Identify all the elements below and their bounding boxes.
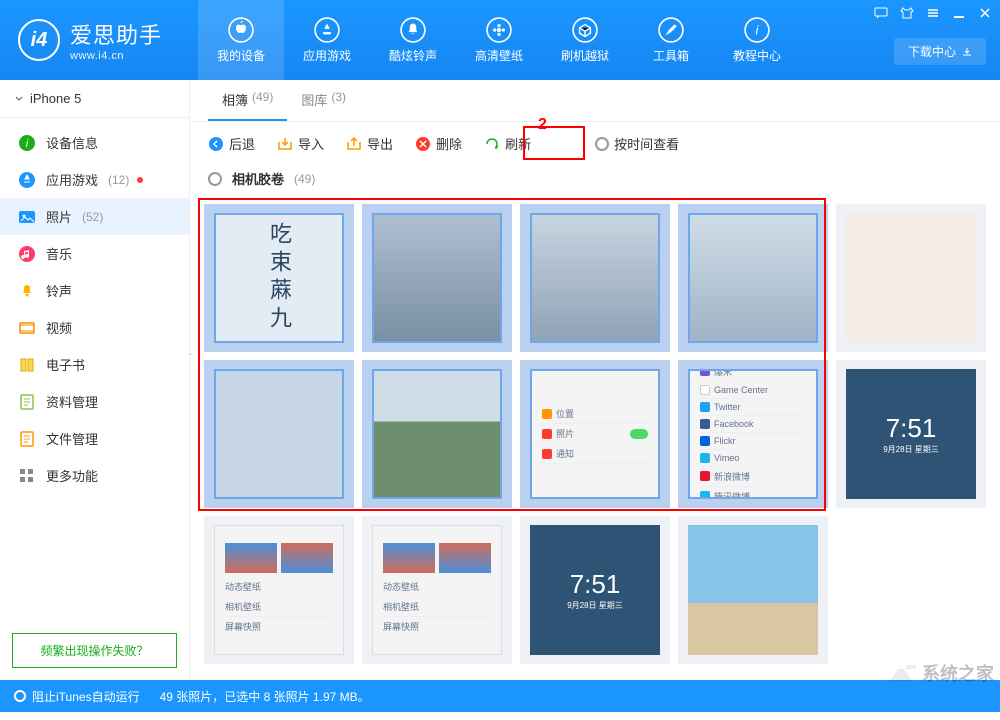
nav-tutorial[interactable]: i 教程中心 (714, 0, 800, 80)
photo-grid-wrap: 1 吃束蔴九 位置 照片 通知 爆米 Game Center Twitt (190, 198, 1000, 680)
sidebar-item-apps[interactable]: 应用游戏(12) (0, 161, 189, 198)
menu-icon[interactable] (926, 6, 940, 20)
delete-button[interactable]: 删除 (415, 134, 462, 153)
annotation-2: 2 (538, 116, 547, 134)
window-controls (874, 6, 992, 20)
radio-icon (14, 690, 26, 702)
music-icon (18, 245, 36, 263)
box-icon (572, 17, 598, 43)
photo-thumb[interactable] (362, 204, 512, 352)
album-header[interactable]: 相机胶卷 (49) (190, 165, 1000, 198)
bell-icon (400, 17, 426, 43)
skin-icon[interactable] (900, 6, 914, 20)
photo-thumb[interactable]: 爆米 Game Center Twitter Facebook Flickr V… (678, 360, 828, 508)
apple-icon (228, 17, 254, 43)
chevron-down-icon (14, 94, 24, 104)
sidebar-item-more[interactable]: 更多功能 (0, 457, 189, 494)
photo-icon (18, 208, 36, 226)
video-icon (18, 319, 36, 337)
photo-thumb[interactable]: 吃束蔴九 (204, 204, 354, 352)
sidebar-item-music[interactable]: 音乐 (0, 235, 189, 272)
grid-icon (18, 467, 36, 485)
sidebar-item-ebook[interactable]: 电子书 (0, 346, 189, 383)
flower-icon (486, 17, 512, 43)
app-url: www.i4.cn (70, 50, 162, 62)
status-bar: 阻止iTunes自动运行 49 张照片，已选中 8 张照片 1.97 MB。 (0, 680, 1000, 712)
refresh-button[interactable]: 刷新 (484, 134, 531, 153)
nav-tools[interactable]: 工具箱 (628, 0, 714, 80)
feedback-icon[interactable] (874, 6, 888, 20)
sidebar-item-data[interactable]: 资料管理 (0, 383, 189, 420)
sidebar-item-info[interactable]: i设备信息 (0, 124, 189, 161)
minimize-icon[interactable] (952, 6, 966, 20)
main: 相簿(49) 图库(3) 后退 导入 导出 删除 刷新 按时间查看 2 相机胶卷… (190, 80, 1000, 680)
toolbar: 后退 导入 导出 删除 刷新 按时间查看 2 (190, 122, 1000, 165)
apps-circle-icon (18, 171, 36, 189)
photo-thumb[interactable] (836, 204, 986, 352)
photo-thumb[interactable] (362, 360, 512, 508)
export-icon (346, 136, 362, 152)
help-link[interactable]: 频繁出现操作失败？ (12, 633, 177, 668)
photo-thumb[interactable] (520, 204, 670, 352)
photo-thumb[interactable]: 动态壁纸 相机壁纸 屏幕快照 (362, 516, 512, 664)
block-itunes-toggle[interactable]: 阻止iTunes自动运行 (14, 688, 140, 705)
folder-icon (18, 430, 36, 448)
top-nav: 我的设备 应用游戏 酷炫铃声 高清壁纸 刷机越狱 工具箱 i 教程中心 (198, 0, 800, 80)
status-summary: 49 张照片，已选中 8 张照片 1.97 MB。 (160, 688, 370, 705)
bell-small-icon (18, 282, 36, 300)
photo-thumb[interactable]: 7:519月28日 星期三 (520, 516, 670, 664)
nav-apps[interactable]: 应用游戏 (284, 0, 370, 80)
tab-library[interactable]: 图库(3) (287, 80, 360, 121)
sidebar-item-photos[interactable]: 照片(52) (0, 198, 189, 235)
radio-icon (208, 172, 222, 186)
device-selector[interactable]: iPhone 5 (0, 80, 189, 118)
download-center-button[interactable]: 下载中心 (894, 38, 986, 65)
view-by-time[interactable]: 按时间查看 (595, 134, 679, 153)
album-name: 相机胶卷 (232, 169, 284, 188)
refresh-icon (484, 136, 500, 152)
red-dot-icon (137, 177, 143, 183)
sidebar-item-ringtone[interactable]: 铃声 (0, 272, 189, 309)
sidebar-item-files[interactable]: 文件管理 (0, 420, 189, 457)
sidebar: iPhone 5 i设备信息 应用游戏(12) 照片(52) 音乐 铃声 视频 … (0, 80, 190, 680)
sidebar-item-video[interactable]: 视频 (0, 309, 189, 346)
photo-thumb[interactable] (678, 204, 828, 352)
nav-flash[interactable]: 刷机越狱 (542, 0, 628, 80)
photo-thumb[interactable]: 动态壁纸 相机壁纸 屏幕快照 (204, 516, 354, 664)
export-button[interactable]: 导出 (346, 134, 393, 153)
nav-wallpapers[interactable]: 高清壁纸 (456, 0, 542, 80)
doc-icon (18, 393, 36, 411)
tabs: 相簿(49) 图库(3) (190, 80, 1000, 122)
radio-icon (595, 137, 609, 151)
photo-thumb[interactable] (204, 360, 354, 508)
tab-albums[interactable]: 相簿(49) (208, 80, 287, 121)
book-icon (18, 356, 36, 374)
annotation-1: 1 (190, 342, 191, 360)
photo-grid: 吃束蔴九 位置 照片 通知 爆米 Game Center Twitter Fac… (198, 198, 992, 670)
photo-thumb[interactable] (678, 516, 828, 664)
info-circle-icon: i (18, 134, 36, 152)
delete-icon (415, 136, 431, 152)
logo-badge-icon: i4 (18, 19, 60, 61)
svg-text:i: i (756, 22, 760, 37)
download-icon (962, 47, 972, 57)
nav-ringtones[interactable]: 酷炫铃声 (370, 0, 456, 80)
back-arrow-icon (208, 136, 224, 152)
annotation-box-2 (523, 126, 585, 160)
back-button[interactable]: 后退 (208, 134, 255, 153)
nav-my-device[interactable]: 我的设备 (198, 0, 284, 80)
photo-thumb[interactable]: 位置 照片 通知 (520, 360, 670, 508)
import-icon (277, 136, 293, 152)
device-name: iPhone 5 (30, 91, 81, 106)
photo-thumb[interactable]: 7:519月28日 星期三 (836, 360, 986, 508)
app-title: 爱思助手 (70, 18, 162, 50)
close-icon[interactable] (978, 6, 992, 20)
logo[interactable]: i4 爱思助手 www.i4.cn (0, 18, 180, 62)
wrench-icon (658, 17, 684, 43)
appstore-icon (314, 17, 340, 43)
import-button[interactable]: 导入 (277, 134, 324, 153)
album-count: (49) (294, 172, 315, 186)
header: i4 爱思助手 www.i4.cn 我的设备 应用游戏 酷炫铃声 高清壁纸 刷机… (0, 0, 1000, 80)
info-icon: i (744, 17, 770, 43)
